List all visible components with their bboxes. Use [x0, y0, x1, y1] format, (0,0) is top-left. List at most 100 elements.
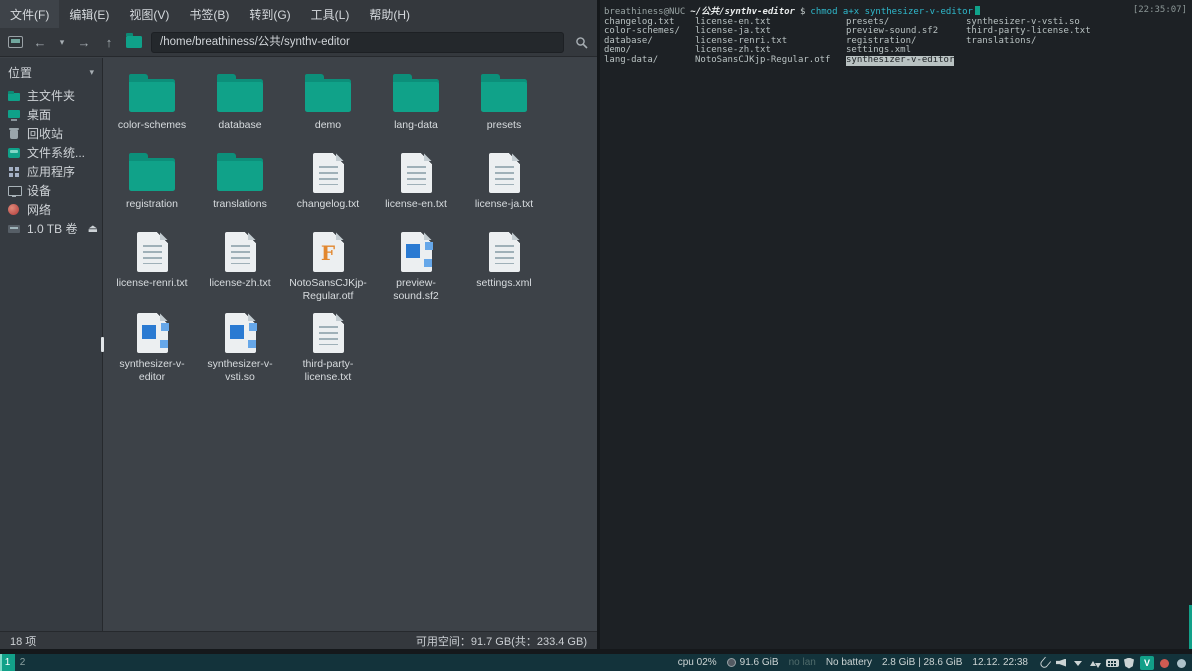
file-item[interactable]: lang-data: [372, 68, 460, 147]
file-label: changelog.txt: [297, 198, 359, 211]
prompt-time: [22:35:07]: [1133, 6, 1187, 16]
caret-down-icon[interactable]: [1072, 656, 1085, 670]
volume-icon[interactable]: [1055, 656, 1068, 670]
prompt-symbol: $: [800, 7, 805, 17]
file-item[interactable]: color-schemes: [108, 68, 196, 147]
v2ray-icon[interactable]: V: [1140, 656, 1154, 670]
sidebar-item-label: 桌面: [27, 106, 98, 123]
file-view[interactable]: color-schemes database demo lang-datapreset…: [103, 58, 597, 631]
sidebar-item-label: 主文件夹: [27, 87, 98, 104]
text-file-icon: [489, 153, 520, 193]
up-icon[interactable]: ↑: [101, 36, 117, 49]
file-item[interactable]: synthesizer-v-editor: [108, 307, 196, 388]
network-traffic-icon[interactable]: [1089, 656, 1102, 670]
disk-icon: [727, 658, 736, 667]
menu-tools[interactable]: 工具(L): [301, 0, 360, 28]
forward-icon[interactable]: →: [76, 36, 92, 49]
folder-icon: [481, 79, 527, 112]
file-label: NotoSansCJKjp-Regular.otf: [286, 277, 370, 303]
menu-file[interactable]: 文件(F): [0, 0, 59, 28]
file-item[interactable]: license-en.txt: [372, 147, 460, 226]
sidebar-item-trash[interactable]: 回收站: [0, 124, 102, 143]
file-item[interactable]: synthesizer-v-vsti.so: [196, 307, 284, 388]
file-item[interactable]: third-party-license.txt: [284, 307, 372, 388]
sidebar-item-applications[interactable]: 应用程序: [0, 162, 102, 181]
current-folder-icon: [126, 36, 142, 48]
text-file-icon: [401, 153, 432, 193]
file-label: license-ja.txt: [475, 198, 533, 211]
prompt-cwd: ~/公共/synthv-editor: [690, 7, 795, 17]
terminal-listing-item: NotoSansCJKjp-Regular.otf: [695, 56, 830, 66]
file-item[interactable]: license-zh.txt: [196, 226, 284, 307]
file-label: color-schemes: [118, 119, 186, 132]
menu-bar: 文件(F) 编辑(E) 视图(V) 书签(B) 转到(G) 工具(L) 帮助(H…: [0, 0, 597, 28]
lan-status: no lan: [789, 657, 816, 668]
toolbar: ← ▾ → ↑ /home/breathiness/公共/synthv-edit…: [0, 28, 597, 57]
sidebar-item-label: 应用程序: [27, 163, 98, 180]
filesystem-icon: [7, 146, 21, 160]
file-item[interactable]: presets: [460, 68, 548, 147]
text-file-icon: [313, 153, 344, 193]
sidebar-item-device[interactable]: 设备: [0, 181, 102, 200]
file-item[interactable]: database: [196, 68, 284, 147]
file-item[interactable]: demo: [284, 68, 372, 147]
folder-icon: [305, 79, 351, 112]
terminal-listing-item: lang-data/: [604, 56, 680, 66]
notification-dot-icon[interactable]: [1158, 656, 1171, 670]
sidebar-item-home[interactable]: 主文件夹: [0, 86, 102, 105]
shield-icon[interactable]: [1123, 656, 1136, 670]
workspace-2[interactable]: 2: [15, 654, 30, 671]
menu-go[interactable]: 转到(G): [239, 0, 300, 28]
file-label: preview-sound.sf2: [374, 277, 458, 303]
file-item[interactable]: license-ja.txt: [460, 147, 548, 226]
file-item[interactable]: translations: [196, 147, 284, 226]
workspace-1[interactable]: 1: [0, 654, 15, 671]
sidebar-item-desktop[interactable]: 桌面: [0, 105, 102, 124]
history-caret-icon[interactable]: ▾: [57, 38, 67, 47]
system-tray: V: [1038, 656, 1188, 670]
binary-file-icon: [225, 313, 256, 353]
workspace-switcher: 1 2: [0, 654, 30, 671]
menu-view[interactable]: 视图(V): [119, 0, 179, 28]
file-item[interactable]: settings.xml: [460, 226, 548, 307]
chevron-down-icon: ▾: [89, 67, 94, 78]
file-item[interactable]: NotoSansCJKjp-Regular.otf: [284, 226, 372, 307]
sidebar-item-filesystem[interactable]: 文件系统...: [0, 143, 102, 162]
terminal-window[interactable]: breathiness@NUC~/公共/synthv-editor$chmod …: [600, 0, 1192, 649]
file-item[interactable]: preview-sound.sf2: [372, 226, 460, 307]
pane-splitter-handle[interactable]: [101, 337, 104, 352]
file-label: third-party-license.txt: [286, 358, 370, 384]
cpu-usage: cpu 02%: [678, 657, 717, 668]
places-dropdown[interactable]: 位置 ▾: [0, 58, 102, 86]
menu-bookmarks[interactable]: 书签(B): [179, 0, 239, 28]
desktop-icon: [7, 108, 21, 122]
file-item[interactable]: changelog.txt: [284, 147, 372, 226]
path-bar[interactable]: /home/breathiness/公共/synthv-editor: [151, 32, 564, 53]
menu-help[interactable]: 帮助(H): [359, 0, 420, 28]
keyboard-icon[interactable]: [1106, 656, 1119, 670]
file-label: registration: [126, 198, 178, 211]
binary-file-icon: [137, 313, 168, 353]
text-file-icon: [225, 232, 256, 272]
sidebar-item-network[interactable]: 网络: [0, 200, 102, 219]
terminal-listing: changelog.txtcolor-schemes/database/demo…: [604, 18, 1188, 70]
binary-file-icon: [401, 232, 432, 272]
sidebar-item-label: 网络: [27, 201, 98, 218]
eject-icon[interactable]: ⏏: [88, 222, 98, 235]
text-file-icon: [137, 232, 168, 272]
file-item[interactable]: license-renri.txt: [108, 226, 196, 307]
home-icon[interactable]: [8, 36, 23, 48]
paperclip-icon[interactable]: [1038, 656, 1051, 670]
folder-icon: [217, 158, 263, 191]
menu-edit[interactable]: 编辑(E): [59, 0, 119, 28]
trash-icon: [7, 127, 21, 141]
file-item[interactable]: registration: [108, 147, 196, 226]
tray-dot-icon[interactable]: [1175, 656, 1188, 670]
file-label: demo: [315, 119, 341, 132]
sidebar-item-volume[interactable]: 1.0 TB 卷⏏: [0, 219, 102, 238]
free-space: 可用空间：91.7 GB(共：233.4 GB): [416, 633, 587, 649]
places-dropdown-label: 位置: [8, 64, 32, 81]
folder-icon: [129, 158, 175, 191]
back-icon[interactable]: ←: [32, 36, 48, 49]
search-icon[interactable]: [573, 36, 589, 49]
